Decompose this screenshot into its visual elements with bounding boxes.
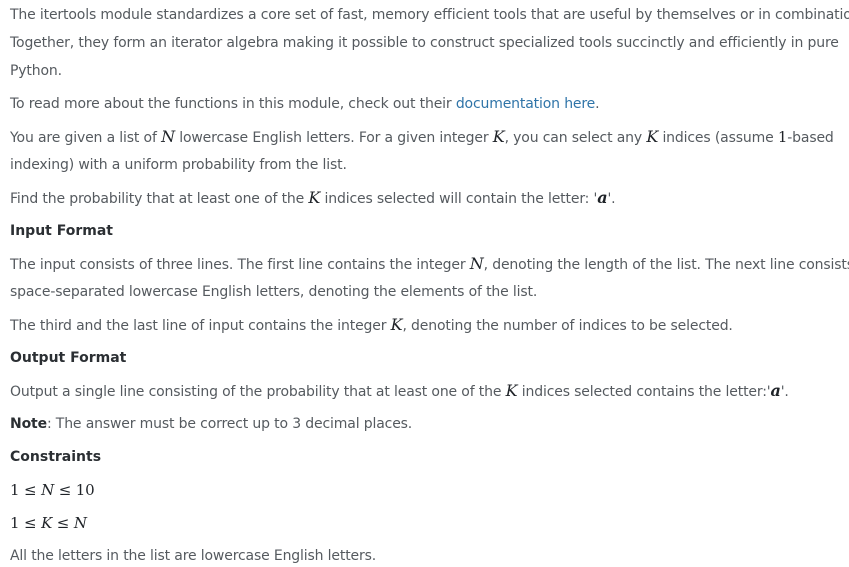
intro-line-1: The itertools module standardizes a core… <box>10 5 849 25</box>
problem-text: indices (assume <box>658 130 778 146</box>
intro-line-3: Python. <box>10 61 62 81</box>
problem-line-2: indexing) with a uniform probability fro… <box>10 155 347 175</box>
read-more-line: To read more about the functions in this… <box>10 94 600 114</box>
constraint-upper: 10 <box>75 481 95 499</box>
intro-line-2: Together, they form an iterator algebra … <box>10 33 839 53</box>
input-text: , denoting the number of indices to be s… <box>402 318 733 334</box>
input-text: The third and the last line of input con… <box>10 318 391 334</box>
input-text: , denoting the length of the list. The n… <box>483 257 849 273</box>
output-text: Output a single line consisting of the p… <box>10 384 506 400</box>
constraints-footer: All the letters in the list are lowercas… <box>10 546 376 566</box>
leq-symbol: ≤ <box>24 481 37 499</box>
input-format-line-1: The input consists of three lines. The f… <box>10 254 849 275</box>
problem-text: indices selected will contain the letter… <box>320 191 598 207</box>
constraint-lower: 1 <box>10 514 20 532</box>
problem-statement: The itertools module standardizes a core… <box>0 0 849 567</box>
input-format-line-3: The third and the last line of input con… <box>10 315 733 336</box>
output-text: '. <box>780 384 789 400</box>
read-more-suffix: . <box>595 96 600 112</box>
note-line: Note: The answer must be correct up to 3… <box>10 414 412 434</box>
math-letter-a: a <box>597 188 608 207</box>
math-var-n: N <box>161 127 175 146</box>
constraint-n: 1 ≤ N ≤ 10 <box>10 480 95 500</box>
constraint-k: 1 ≤ K ≤ N <box>10 513 87 533</box>
math-var-n: N <box>73 514 87 532</box>
intro-text-2: Together, they form an iterator algebra … <box>10 35 839 51</box>
math-var-k: K <box>308 188 321 207</box>
intro-text-1: The itertools module standardizes a core… <box>10 7 849 23</box>
intro-text-3: Python. <box>10 63 62 79</box>
problem-text: indexing) with a uniform probability fro… <box>10 157 347 173</box>
math-var-k: K <box>505 381 518 400</box>
math-var-k: K <box>492 127 505 146</box>
problem-text: '. <box>607 191 616 207</box>
output-format-heading: Output Format <box>10 350 127 366</box>
problem-text: -based <box>787 130 834 146</box>
input-text: space-separated lowercase English letter… <box>10 284 538 300</box>
problem-line-3: Find the probability that at least one o… <box>10 188 616 209</box>
input-format-heading: Input Format <box>10 223 113 239</box>
note-label: Note <box>10 416 47 432</box>
problem-text: , you can select any <box>504 130 647 146</box>
math-var-n: N <box>469 254 484 273</box>
math-var-k: K <box>646 127 659 146</box>
note-text: : The answer must be correct up to 3 dec… <box>46 416 413 432</box>
constraints-heading: Constraints <box>10 449 102 465</box>
input-text: The input consists of three lines. The f… <box>10 257 470 273</box>
math-number-one: 1 <box>777 128 788 146</box>
read-more-prefix: To read more about the functions in this… <box>10 96 456 112</box>
output-text: indices selected contains the letter:' <box>517 384 771 400</box>
math-var-k: K <box>390 315 403 334</box>
leq-symbol: ≤ <box>56 514 70 532</box>
problem-text: You are given a list of <box>10 130 162 146</box>
problem-text: Find the probability that at least one o… <box>10 191 309 207</box>
problem-text: lowercase English letters. For a given i… <box>174 130 493 146</box>
math-letter-a: a <box>770 381 781 400</box>
input-format-line-2: space-separated lowercase English letter… <box>10 282 537 302</box>
math-var-n: N <box>41 481 55 499</box>
leq-symbol: ≤ <box>58 481 72 499</box>
footer-text: All the letters in the list are lowercas… <box>10 548 377 564</box>
output-format-line-1: Output a single line consisting of the p… <box>10 381 789 402</box>
math-var-k: K <box>41 514 53 532</box>
constraint-lower: 1 <box>10 481 20 499</box>
documentation-link[interactable]: documentation here <box>456 96 595 112</box>
problem-line-1: You are given a list of N lowercase Engl… <box>10 127 834 148</box>
leq-symbol: ≤ <box>24 514 37 532</box>
